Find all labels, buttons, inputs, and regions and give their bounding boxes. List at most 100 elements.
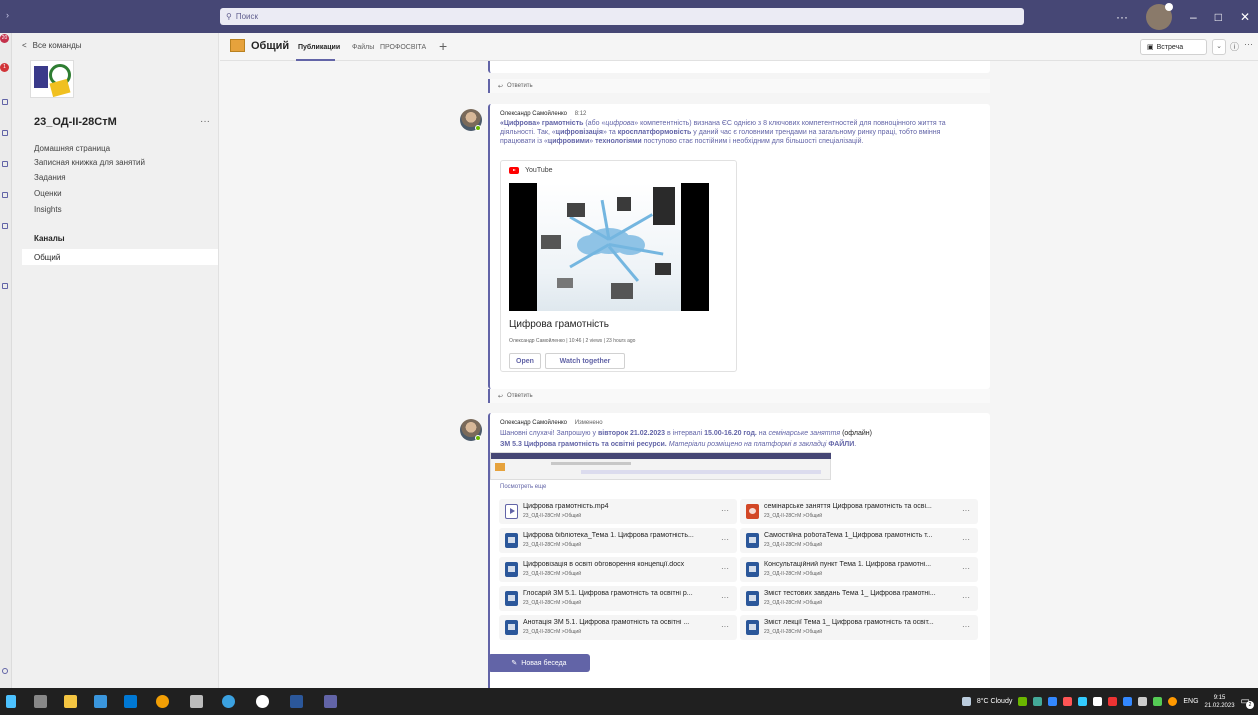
file-name: Цифрова грамотність.mp4 (523, 503, 609, 510)
calendar-icon[interactable] (2, 161, 8, 167)
clock[interactable]: 9:15 21.02.2023 (1205, 694, 1235, 710)
file-more-icon[interactable]: ··· (962, 535, 970, 544)
team-more-icon[interactable]: ··· (200, 116, 210, 127)
reply-label: Ответить (507, 83, 533, 89)
calls-icon[interactable] (2, 192, 8, 198)
file-more-icon[interactable]: ··· (962, 622, 970, 631)
teams-taskbar-icon[interactable] (324, 695, 337, 708)
new-conversation-label: Новая беседа (521, 659, 567, 667)
video-thumbnail[interactable] (509, 183, 709, 311)
assignments-icon[interactable] (2, 130, 8, 136)
reply-button[interactable]: ↩ Ответить (488, 389, 990, 403)
volume-icon[interactable] (1168, 697, 1178, 706)
apps-icon[interactable] (2, 283, 8, 289)
file-more-icon[interactable]: ··· (962, 506, 970, 515)
network-icon[interactable] (1123, 697, 1133, 706)
all-teams-link[interactable]: < Все команды (22, 41, 82, 50)
file-more-icon[interactable]: ··· (721, 593, 729, 602)
reply-button[interactable]: ↩ Ответить (488, 79, 990, 93)
tab-posts[interactable]: Публикации (298, 44, 340, 51)
task-view-icon[interactable] (34, 695, 47, 708)
back-arrow-icon[interactable]: › (6, 10, 9, 20)
text-part: в інтервалі (665, 430, 705, 437)
file-name: Цифрова бібліотека_Тема 1. Цифрова грамо… (523, 532, 694, 539)
nav-class-notebook[interactable]: Записная книжка для занятий (34, 158, 145, 167)
file-more-icon[interactable]: ··· (721, 564, 729, 573)
embedded-screenshot[interactable] (490, 452, 831, 480)
post-meta: Олександр Самойленко Изменено (500, 420, 603, 426)
presence-icon (475, 125, 481, 131)
files-icon[interactable] (2, 223, 8, 229)
attachment-file[interactable]: Зміст лекції Тема 1_ Цифрова грамотність… (740, 615, 978, 640)
notifications-icon[interactable]: ▭ 2 (1241, 696, 1254, 709)
add-tab-button[interactable]: + (439, 38, 447, 54)
attachment-file[interactable]: Цифрова бібліотека_Тема 1. Цифрова грамо… (499, 528, 737, 553)
attachment-file[interactable]: Анотація ЗМ 5.1. Цифрова грамотність та … (499, 615, 737, 640)
attachment-file[interactable]: Самостійна роботаТема 1_Цифрова грамотні… (740, 528, 978, 553)
weather-text[interactable]: 8°C Cloudy (977, 698, 1012, 705)
tray-app-icon[interactable] (1033, 697, 1043, 706)
attachment-file[interactable]: Глосарій ЗМ 5.1. Цифрова грамотність та … (499, 586, 737, 611)
attachment-file[interactable]: Зміст тестових завдань Тема 1_ Цифрова г… (740, 586, 978, 611)
header-more-icon[interactable]: ··· (1244, 39, 1253, 49)
attachment-file[interactable]: семінарське заняття Цифрова грамотність … (740, 499, 978, 524)
tray-app-icon[interactable] (1108, 697, 1118, 706)
tab-files[interactable]: Файлы (352, 44, 374, 51)
video-title[interactable]: Цифрова грамотність (509, 319, 609, 330)
cloud-icon[interactable] (1093, 697, 1103, 706)
video-meta: Олександр Самойленко | 10:46 | 2 views |… (509, 338, 636, 344)
attachment-file[interactable]: Цифрова грамотність.mp4 23_ОД-ІІ-28СтМ >О… (499, 499, 737, 524)
text-part: ЗМ 5.3 Цифрова грамотність та освітні ре… (500, 441, 667, 448)
open-button[interactable]: Open (509, 353, 541, 369)
display-icon[interactable] (1138, 697, 1148, 706)
store-icon[interactable] (94, 695, 107, 708)
browser-icon[interactable] (222, 695, 235, 708)
record-icon[interactable] (256, 695, 269, 708)
tray-app-icon[interactable] (1018, 697, 1028, 706)
file-more-icon[interactable]: ··· (962, 564, 970, 573)
info-icon[interactable]: ⓘ (1230, 40, 1239, 53)
tray-app-icon[interactable] (1078, 697, 1088, 706)
channel-item-general[interactable]: Общий (22, 249, 218, 265)
see-more-link[interactable]: Посмотреть еще (500, 484, 546, 490)
search-input[interactable]: ⚲ Поиск (220, 8, 1024, 25)
chrome-icon[interactable] (156, 695, 169, 708)
attachment-file[interactable]: Цифровізація в освіті обговорення концеп… (499, 557, 737, 582)
file-name: Зміст лекції Тема 1_ Цифрова грамотність… (764, 619, 934, 626)
close-icon[interactable]: ✕ (1240, 10, 1250, 24)
new-conversation-button[interactable]: ✎ Новая беседа (488, 654, 590, 672)
youtube-card[interactable]: YouTube Цифрова грамотність Олександр Са… (500, 160, 737, 372)
nav-grades[interactable]: Оценки (34, 189, 62, 198)
file-more-icon[interactable]: ··· (721, 535, 729, 544)
attachment-file[interactable]: Консультаційний пункт Тема 1. Цифрова гр… (740, 557, 978, 582)
reply-label: Ответить (507, 393, 533, 399)
tab-profosvita[interactable]: ПРОФОСВІТА (380, 44, 426, 51)
tray-app-icon[interactable] (1048, 697, 1058, 706)
language-indicator[interactable]: ENG (1183, 698, 1198, 705)
meet-dropdown-button[interactable]: ⌄ (1212, 39, 1226, 55)
nav-insights[interactable]: Insights (34, 205, 62, 214)
file-more-icon[interactable]: ··· (962, 593, 970, 602)
nav-home[interactable]: Домашняя страница (34, 144, 110, 153)
meet-button[interactable]: ▣ Встреча (1140, 39, 1207, 55)
activity-badge[interactable]: 20 (0, 34, 9, 43)
post-line-2: ЗМ 5.3 Цифрова грамотність та освітні ре… (500, 440, 970, 449)
file-more-icon[interactable]: ··· (721, 506, 729, 515)
teams-icon[interactable] (2, 99, 8, 105)
mail-icon[interactable] (124, 695, 137, 708)
help-icon[interactable] (2, 668, 8, 674)
windows-start-icon[interactable] (6, 695, 16, 708)
snip-icon[interactable] (190, 695, 203, 708)
tray-app-icon[interactable] (1063, 697, 1073, 706)
pen-icon[interactable] (1153, 697, 1163, 706)
avatar[interactable] (1146, 2, 1173, 30)
file-more-icon[interactable]: ··· (721, 622, 729, 631)
word-icon[interactable] (290, 695, 303, 708)
watch-together-button[interactable]: Watch together (545, 353, 625, 369)
maximize-icon[interactable]: □ (1215, 10, 1222, 24)
file-explorer-icon[interactable] (64, 695, 77, 708)
nav-assignments[interactable]: Задания (34, 173, 66, 182)
minimize-icon[interactable]: – (1190, 10, 1197, 24)
more-options-icon[interactable]: ··· (1116, 10, 1128, 24)
chat-badge[interactable]: 1 (0, 63, 9, 72)
